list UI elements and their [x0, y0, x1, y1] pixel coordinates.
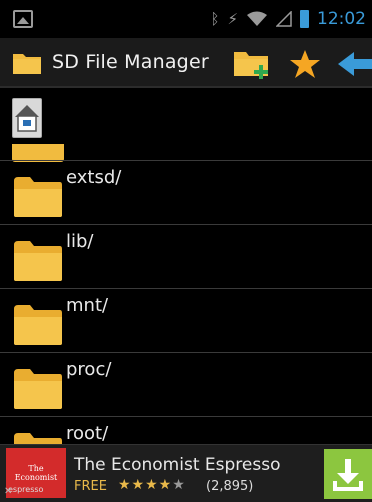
rating-stars-empty: ★ [172, 477, 186, 493]
download-icon [333, 459, 363, 491]
rating-stars-icon: ★★★★★ [118, 477, 186, 493]
ad-logo-text: The Economist [14, 464, 58, 482]
ad-title: The Economist Espresso [74, 455, 281, 475]
app-folder-icon [13, 54, 41, 74]
list-item[interactable]: lib/ [0, 224, 372, 288]
close-icon[interactable]: ✕ [4, 486, 12, 497]
review-count: (2,895) [206, 479, 254, 494]
screenshot-icon [13, 10, 33, 28]
bluetooth-icon: ᛒ [210, 9, 220, 28]
status-icons: ᛒ ⚡ 12:02 [210, 8, 366, 30]
clock: 12:02 [317, 9, 366, 29]
app-title: SD File Manager [52, 51, 209, 73]
rating-stars-filled: ★★★★ [118, 477, 173, 493]
home-icon [15, 105, 39, 132]
back-arrow-icon[interactable] [338, 50, 372, 78]
ad-banner[interactable]: The Economist espresso ✕ The Economist E… [0, 444, 372, 502]
list-item[interactable]: proc/ [0, 352, 372, 416]
vibrate-icon: ⚡ [227, 9, 238, 28]
signal-icon [276, 11, 292, 27]
new-folder-icon[interactable] [232, 48, 272, 80]
folder-icon [14, 433, 62, 444]
action-bar: SD File Manager [0, 38, 372, 88]
list-item[interactable]: mnt/ [0, 288, 372, 352]
list-item-label: root/ [66, 423, 109, 444]
status-bar: ᛒ ⚡ 12:02 [0, 0, 372, 38]
ad-logo-subtitle: espresso [8, 485, 44, 494]
favorites-star-icon[interactable] [288, 48, 322, 80]
download-button[interactable] [324, 449, 372, 499]
folder-icon [14, 305, 62, 345]
home-button[interactable] [12, 98, 42, 138]
folder-icon [14, 241, 62, 281]
list-item[interactable]: extsd/ [0, 160, 372, 224]
folder-icon [14, 369, 62, 409]
list-item-label: lib/ [66, 231, 94, 252]
file-list: extsd/ lib/ mnt/ proc/ root/ [0, 90, 372, 444]
ad-price: FREE [74, 479, 107, 494]
wifi-icon [247, 11, 267, 26]
list-item[interactable]: root/ [0, 416, 372, 444]
list-item-label: extsd/ [66, 167, 122, 188]
list-item-label: proc/ [66, 359, 112, 380]
folder-icon [14, 177, 62, 217]
list-item-label: mnt/ [66, 295, 109, 316]
battery-icon [300, 10, 309, 28]
